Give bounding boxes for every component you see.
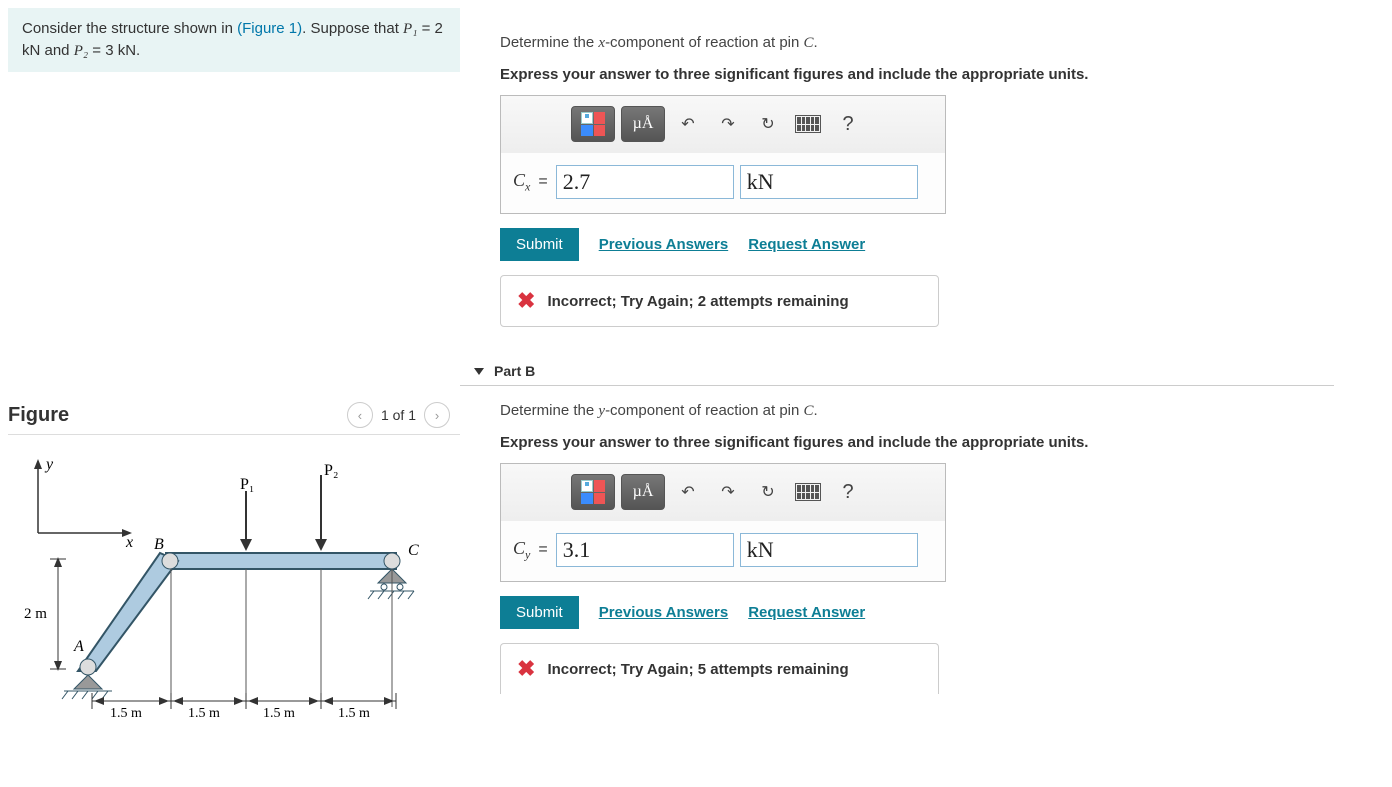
templates-button[interactable]	[571, 474, 615, 510]
partB-prompt: Determine the y-component of reaction at…	[460, 402, 1360, 420]
keyboard-button[interactable]	[791, 108, 825, 140]
svg-text:2 m: 2 m	[24, 606, 47, 622]
partB-feedback: ✖ Incorrect; Try Again; 5 attempts remai…	[500, 643, 939, 694]
units-button[interactable]: µÅ	[621, 474, 665, 510]
figure-diagram: y x B C A	[8, 453, 460, 756]
partA-prompt: Determine the x-component of reaction at…	[460, 34, 1360, 52]
partB-var-label: Cy	[513, 538, 530, 563]
partA-feedback-text: Incorrect; Try Again; 2 attempts remaini…	[547, 293, 848, 310]
svg-text:1.5 m: 1.5 m	[338, 706, 370, 721]
undo-button[interactable]: ↶	[671, 108, 705, 140]
prompt-text: = 3 kN.	[88, 42, 140, 59]
svg-text:C: C	[408, 542, 419, 559]
svg-text:1.5 m: 1.5 m	[263, 706, 295, 721]
partA-submit-button[interactable]: Submit	[500, 228, 579, 261]
partA-instruction: Express your answer to three significant…	[460, 66, 1360, 83]
partB-value-input[interactable]	[556, 533, 734, 567]
partB-prev-answers-link[interactable]: Previous Answers	[599, 604, 729, 621]
partA-answer-panel: µÅ ↶ ↷ ↻ ? Cx =	[500, 95, 946, 214]
figure-nav: ‹ 1 of 1 ›	[347, 402, 460, 428]
partA-var-label: Cx	[513, 170, 530, 195]
figure-counter: 1 of 1	[381, 407, 416, 423]
partB-unit-input[interactable]	[740, 533, 918, 567]
help-button[interactable]: ?	[831, 108, 865, 140]
redo-button[interactable]: ↷	[711, 108, 745, 140]
partB-request-answer-link[interactable]: Request Answer	[748, 604, 865, 621]
keyboard-button[interactable]	[791, 476, 825, 508]
figure-link[interactable]: (Figure 1)	[237, 20, 302, 37]
partA-value-input[interactable]	[556, 165, 734, 199]
partB-instruction: Express your answer to three significant…	[460, 434, 1360, 451]
partB-header[interactable]: Part B	[460, 357, 1334, 386]
reset-button[interactable]: ↻	[751, 476, 785, 508]
partB-header-label: Part B	[494, 363, 535, 379]
figure-next-button[interactable]: ›	[424, 402, 450, 428]
partA-unit-input[interactable]	[740, 165, 918, 199]
svg-text:B: B	[154, 536, 164, 553]
svg-text:P₁: P₁	[240, 476, 254, 493]
var-P1: P₁	[403, 21, 417, 37]
incorrect-icon: ✖	[517, 288, 535, 314]
figure-prev-button[interactable]: ‹	[347, 402, 373, 428]
templates-button[interactable]	[571, 106, 615, 142]
partB-answer-panel: µÅ ↶ ↷ ↻ ? Cy =	[500, 463, 946, 582]
incorrect-icon: ✖	[517, 656, 535, 682]
partB-submit-button[interactable]: Submit	[500, 596, 579, 629]
reset-button[interactable]: ↻	[751, 108, 785, 140]
partB-feedback-text: Incorrect; Try Again; 5 attempts remaini…	[547, 661, 848, 678]
svg-text:P₂: P₂	[324, 462, 338, 479]
svg-text:x: x	[125, 534, 133, 551]
partA-feedback: ✖ Incorrect; Try Again; 2 attempts remai…	[500, 275, 939, 327]
prompt-text: . Suppose that	[302, 20, 403, 37]
caret-down-icon	[474, 368, 484, 375]
redo-button[interactable]: ↷	[711, 476, 745, 508]
undo-button[interactable]: ↶	[671, 476, 705, 508]
equals: =	[536, 173, 549, 191]
equals: =	[536, 541, 549, 559]
svg-text:y: y	[44, 456, 54, 473]
units-button[interactable]: µÅ	[621, 106, 665, 142]
figure-title: Figure	[8, 404, 69, 427]
problem-prompt: Consider the structure shown in (Figure …	[8, 8, 460, 72]
help-button[interactable]: ?	[831, 476, 865, 508]
var-P2: P₂	[74, 43, 88, 59]
svg-text:1.5 m: 1.5 m	[188, 706, 220, 721]
prompt-text: Consider the structure shown in	[22, 20, 237, 37]
svg-text:A: A	[73, 638, 84, 655]
partA-request-answer-link[interactable]: Request Answer	[748, 236, 865, 253]
svg-text:1.5 m: 1.5 m	[110, 706, 142, 721]
partA-prev-answers-link[interactable]: Previous Answers	[599, 236, 729, 253]
